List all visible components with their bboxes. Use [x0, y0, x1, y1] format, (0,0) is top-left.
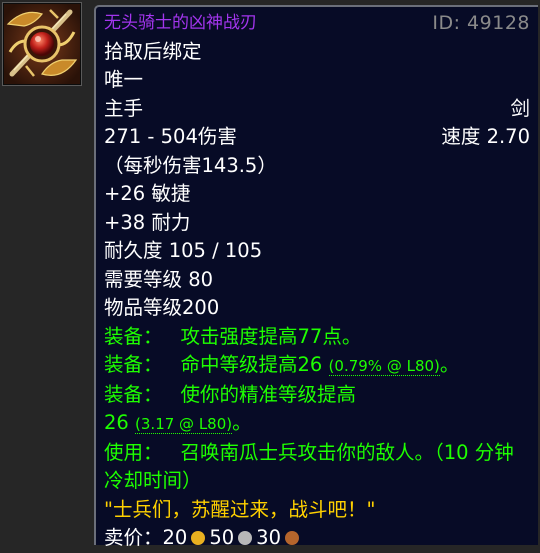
- ornate-sword-emblem-icon: [4, 4, 80, 84]
- sell-label: 卖价：20: [104, 526, 188, 549]
- damage-range: 271 - 504伤害: [104, 125, 237, 148]
- weapon-speed: 速度 2.70: [441, 125, 530, 148]
- sell-copper: 30: [256, 526, 281, 549]
- equip-text-line2: 26: [104, 411, 129, 434]
- unique-label: 唯一: [104, 68, 144, 91]
- item-level: 物品等级200: [104, 296, 220, 319]
- equip-extra: (0.79% @ L80): [328, 357, 440, 376]
- item-name[interactable]: 无头骑士的凶神战刃: [104, 9, 257, 38]
- use-effect[interactable]: 使用： 召唤南瓜士兵攻击你的敌人。（10 分钟冷却时间）: [104, 439, 530, 496]
- slot-label: 主手: [104, 96, 144, 120]
- required-level: 需要等级 80: [104, 267, 214, 291]
- dps-line: （每秒伤害143.5）: [104, 153, 277, 177]
- equip-text: 使你的精准等级提高: [180, 382, 357, 406]
- use-text: 召唤南瓜士兵攻击你的敌人。（10 分钟冷却时间）: [104, 440, 514, 493]
- silver-coin-icon: [238, 531, 253, 545]
- item-id: ID: 49128: [432, 12, 530, 34]
- equip-prefix: 装备：: [104, 324, 163, 348]
- equip-prefix: 装备：: [104, 353, 163, 376]
- item-tooltip: 无头骑士的凶神战刃 ID: 49128 拾取后绑定 唯一 主手 剑 271 - …: [94, 5, 538, 549]
- weapon-type: 剑: [510, 96, 530, 120]
- sell-price: 卖价：20 50 30: [104, 524, 530, 553]
- tooltip-header: 无头骑士的凶神战刃 ID: 49128: [104, 9, 530, 38]
- equip-text: 攻击强度提高77点。: [180, 324, 362, 348]
- bind-type: 拾取后绑定: [104, 39, 202, 63]
- equip-effect-hit-rating[interactable]: 装备： 命中等级提高26 (0.79% @ L80)。: [104, 351, 530, 381]
- item-icon-frame[interactable]: [2, 2, 82, 86]
- sell-silver: 50: [209, 526, 235, 549]
- flavor-text: "士兵们，苏醒过来，战斗吧！": [104, 497, 376, 521]
- equip-prefix: 装备：: [104, 382, 163, 406]
- damage-row: 271 - 504伤害 速度 2.70: [104, 123, 530, 152]
- durability: 耐久度 105 / 105: [104, 239, 263, 262]
- use-prefix: 使用：: [104, 440, 163, 464]
- equip-effect-attack-power[interactable]: 装备： 攻击强度提高77点。: [104, 323, 530, 352]
- stat-stamina: +38 耐力: [104, 210, 191, 234]
- equip-effect-expertise-value: 26 (3.17 @ L80)。: [104, 411, 252, 434]
- stat-agility: +26 敏捷: [104, 182, 191, 205]
- equip-text: 命中等级提高26: [180, 353, 323, 376]
- equip-effect-expertise[interactable]: 装备： 使你的精准等级提高: [104, 381, 530, 410]
- copper-coin-icon: [284, 531, 299, 545]
- equip-extra: (3.17 @ L80): [135, 415, 233, 434]
- gold-coin-icon: [191, 531, 206, 545]
- slot-row: 主手 剑: [104, 95, 530, 124]
